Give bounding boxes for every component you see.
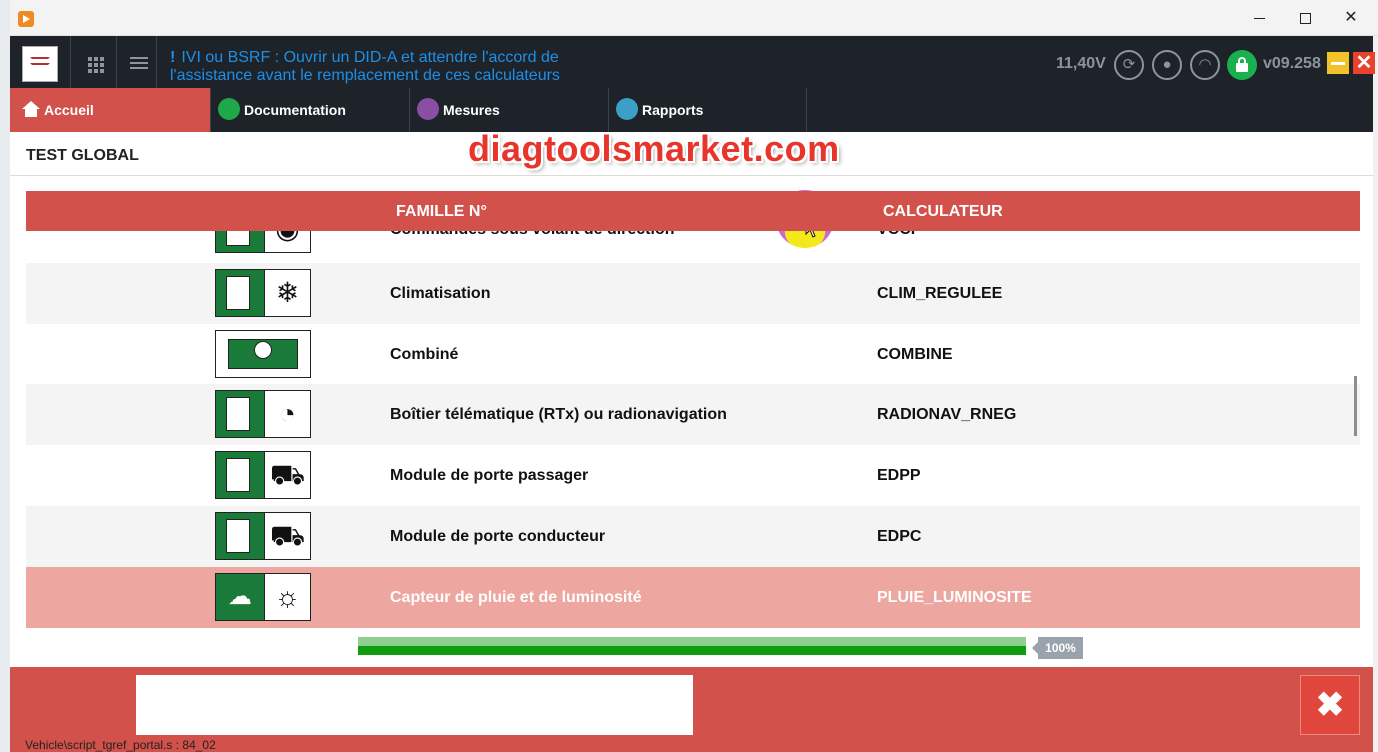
window-close-button[interactable]: ✕ [1328, 0, 1374, 36]
close-icon: ✖ [1315, 686, 1345, 724]
report-icon [616, 98, 638, 120]
row-famille: Commandes sous volant de direction [390, 231, 675, 239]
row-famille: Boîtier télématique (RTx) ou radionaviga… [390, 406, 727, 423]
row-calculateur: EDPP [877, 467, 921, 484]
alert-text-line2: l'assistance avant le remplacement de ce… [170, 67, 560, 84]
folder-icon [218, 98, 240, 120]
table-row-selected[interactable]: ☁ ☼ Capteur de pluie et de luminosité PL… [26, 567, 1360, 628]
alert-text-line1: IVI ou BSRF : Ouvrir un DID-A et attendr… [181, 49, 559, 66]
app-icon [18, 11, 34, 27]
refresh-button[interactable]: ⟳ [1114, 50, 1144, 80]
table-header: FAMILLE N° CALCULATEUR [26, 191, 1360, 231]
steering-controls-icon: ◉ [215, 231, 311, 253]
lock-button[interactable] [1227, 50, 1257, 80]
table-row[interactable]: ⛟ Module de porte conducteur EDPC [26, 506, 1360, 567]
table-row[interactable]: ◔ Boîtier télématique (RTx) ou radionavi… [26, 384, 1360, 445]
user-icon: ● [1162, 56, 1172, 73]
footer-bar: ✖ Vehicle\script_tgref_portal.s : 84_02 [10, 667, 1373, 752]
alert-icon: ! [170, 49, 176, 66]
close-icon: ✕ [1355, 52, 1373, 74]
table-row[interactable]: ❄ Climatisation CLIM_REGULEE [26, 263, 1360, 324]
rain-sun-icon: ☁ ☼ [215, 573, 311, 621]
row-calculateur: RADIONAV_RNEG [877, 406, 1017, 423]
row-famille: Capteur de pluie et de luminosité [390, 589, 642, 606]
tab-mesures[interactable]: Mesures [409, 88, 609, 132]
script-path: Vehicle\script_tgref_portal.s : 84_02 [25, 738, 216, 752]
progress-fill [358, 646, 1026, 655]
user-button[interactable]: ● [1152, 50, 1182, 80]
tab-label: Rapports [642, 102, 704, 118]
cancel-button[interactable]: ✖ [1300, 675, 1360, 735]
table-scrollbar[interactable] [1354, 376, 1357, 436]
row-famille: Module de porte passager [390, 467, 589, 484]
message-field[interactable] [136, 675, 693, 735]
row-calculateur: COMBINE [877, 346, 953, 363]
software-version: v09.258 [1263, 55, 1321, 72]
window-titlebar[interactable]: ✕ [10, 0, 1378, 36]
tab-accueil[interactable]: Accueil [10, 88, 210, 132]
app-header: ! IVI ou BSRF : Ouvrir un DID-A et attend… [10, 36, 1375, 88]
nav-bar: Accueil Documentation Mesures Rapports [10, 88, 1373, 132]
row-famille: Climatisation [390, 285, 491, 302]
refresh-icon: ⟳ [1122, 56, 1136, 73]
window-maximize-button[interactable] [1282, 0, 1328, 36]
column-header-famille: FAMILLE N° [396, 203, 487, 220]
tab-documentation[interactable]: Documentation [210, 88, 410, 132]
wifi-icon: ◠ [1198, 56, 1212, 73]
table-body[interactable]: ◉ Commandes sous volant de direction VCC… [26, 231, 1360, 628]
progress-bar [358, 637, 1026, 655]
instrument-cluster-icon [215, 330, 311, 378]
watermark-text: diagtoolsmarket.com [468, 128, 840, 169]
table-row[interactable]: ◉ Commandes sous volant de direction VCC… [26, 231, 1360, 260]
tab-rapports[interactable]: Rapports [608, 88, 808, 132]
minimize-icon [1254, 18, 1265, 19]
row-calculateur: VCCF [877, 231, 921, 239]
grid-menu-icon[interactable] [88, 57, 106, 73]
list-menu-icon[interactable] [130, 57, 148, 71]
table-row[interactable]: Combiné COMBINE [26, 324, 1360, 385]
wifi-button[interactable]: ◠ [1190, 50, 1220, 80]
progress-label: 100% [1032, 637, 1083, 659]
snowflake-icon: ❄ [215, 269, 311, 317]
tab-label: Mesures [443, 102, 500, 118]
row-famille: Module de porte conducteur [390, 528, 606, 545]
row-calculateur: CLIM_REGULEE [877, 285, 1003, 302]
minus-icon [1331, 62, 1345, 65]
window-minimize-button[interactable] [1236, 0, 1282, 36]
row-famille: Combiné [390, 346, 459, 363]
table-row[interactable]: ⛟ Module de porte passager EDPP [26, 445, 1360, 506]
maximize-icon [1300, 13, 1311, 24]
radio-icon: ◔ [215, 390, 311, 438]
ecu-table: FAMILLE N° CALCULATEUR ◉ Commandes sous … [26, 191, 1360, 628]
tab-label: Documentation [244, 102, 346, 118]
main-content: TEST GLOBAL diagtoolsmarket.com FAMILLE … [10, 128, 1373, 667]
app-minimize-button[interactable] [1327, 52, 1349, 74]
tab-label: Accueil [44, 102, 94, 118]
app-window: ✕ ! IVI ou BSRF : Ouvrir un DID-A et atte… [0, 0, 1378, 752]
pulse-icon [417, 98, 439, 120]
app-close-button[interactable]: ✕ [1353, 52, 1375, 74]
desktop-background [0, 0, 10, 752]
car-door-icon: ⛟ [215, 451, 311, 499]
citroen-logo [22, 46, 58, 82]
battery-voltage: 11,40V [1056, 55, 1106, 72]
page-title: TEST GLOBAL [26, 147, 139, 164]
column-header-calculateur: CALCULATEUR [883, 203, 1003, 220]
row-calculateur: EDPC [877, 528, 922, 545]
row-calculateur: PLUIE_LUMINOSITE [877, 589, 1032, 606]
alert-message[interactable]: ! IVI ou BSRF : Ouvrir un DID-A et attend… [170, 49, 590, 85]
car-door-icon: ⛟ [215, 512, 311, 560]
home-icon [22, 101, 40, 117]
close-icon: ✕ [1344, 9, 1358, 26]
